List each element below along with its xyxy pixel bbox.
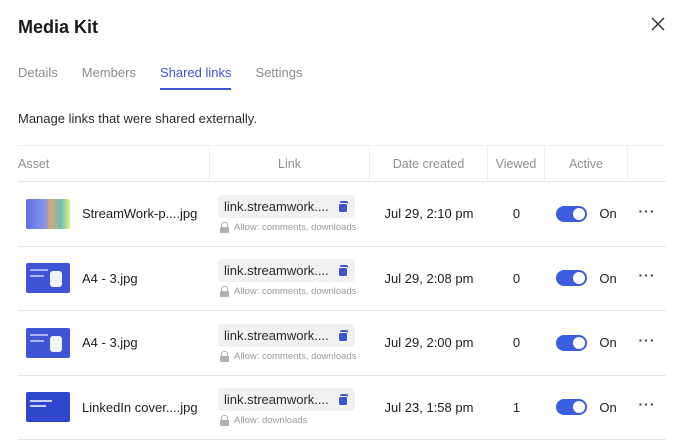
link-url[interactable]: link.streamwork.... — [224, 199, 334, 214]
active-toggle[interactable] — [556, 205, 588, 222]
views-cell: 0 — [488, 182, 545, 246]
header-actions — [628, 146, 666, 181]
actions-cell: ··· — [628, 182, 666, 246]
asset-name[interactable]: StreamWork-p....jpg — [82, 206, 197, 221]
more-horizontal-icon[interactable]: ··· — [639, 333, 656, 351]
active-cell: On — [545, 247, 628, 311]
active-cell: On — [545, 311, 628, 375]
header-date-created: Date created — [370, 146, 488, 181]
table-row: A4 - 3.jpg link.streamwork.... Allow: co… — [18, 311, 666, 376]
lock-icon — [220, 350, 229, 362]
asset-cell: A4 - 3.jpg — [18, 311, 210, 375]
header-link: Link — [210, 146, 370, 181]
link-url[interactable]: link.streamwork.... — [224, 392, 334, 407]
actions-cell: ··· — [628, 311, 666, 375]
header-asset: Asset — [18, 146, 210, 181]
copy-icon[interactable] — [338, 329, 349, 342]
date-cell: Jul 29, 2:10 pm — [370, 182, 488, 246]
link-url[interactable]: link.streamwork.... — [224, 263, 334, 278]
view-count: 0 — [512, 206, 521, 222]
link-pill[interactable]: link.streamwork.... — [218, 259, 355, 283]
tab-shared-links[interactable]: Shared links — [159, 64, 232, 90]
tab-members[interactable]: Members — [82, 64, 136, 90]
active-label: On — [599, 206, 617, 222]
tab-bar: Details Members Shared links Settings — [18, 64, 326, 90]
view-count: 1 — [512, 399, 521, 415]
header-active: Active — [545, 146, 628, 181]
more-horizontal-icon[interactable]: ··· — [639, 397, 656, 415]
header-viewed: Viewed — [488, 146, 545, 181]
view-count: 0 — [512, 335, 521, 351]
copy-icon[interactable] — [338, 265, 349, 278]
link-pill[interactable]: link.streamwork.... — [218, 323, 355, 347]
link-pill[interactable]: link.streamwork.... — [218, 388, 355, 412]
permissions-text: Allow: downloads — [234, 415, 308, 427]
shared-links-table: Asset Link Date created Viewed Active St… — [18, 145, 666, 440]
asset-name[interactable]: A4 - 3.jpg — [82, 271, 138, 286]
link-permissions: Allow: downloads — [218, 415, 355, 427]
permissions-text: Allow: comments, downloads — [234, 350, 357, 362]
active-toggle[interactable] — [556, 334, 588, 351]
more-horizontal-icon[interactable]: ··· — [639, 204, 656, 222]
lock-icon — [220, 221, 229, 233]
dialog-title: Media Kit — [18, 17, 99, 37]
active-label: On — [599, 335, 617, 351]
link-permissions: Allow: comments, downloads — [218, 350, 357, 362]
date-created: Jul 29, 2:00 pm — [384, 335, 474, 351]
link-cell: link.streamwork.... Allow: comments, dow… — [210, 311, 370, 375]
active-label: On — [599, 270, 617, 286]
views-cell: 0 — [488, 311, 545, 375]
tab-settings[interactable]: Settings — [255, 64, 302, 90]
active-label: On — [599, 399, 617, 415]
tab-details[interactable]: Details — [18, 64, 58, 90]
asset-thumbnail[interactable] — [26, 327, 70, 358]
close-icon[interactable] — [650, 16, 666, 32]
asset-thumbnail[interactable] — [26, 198, 70, 229]
page-description: Manage links that were shared externally… — [18, 111, 257, 126]
link-permissions: Allow: comments, downloads — [218, 221, 357, 233]
actions-cell: ··· — [628, 247, 666, 311]
link-cell: link.streamwork.... Allow: comments, dow… — [210, 182, 370, 246]
date-created: Jul 29, 2:08 pm — [384, 270, 474, 286]
dialog-header: Media Kit — [18, 16, 670, 40]
date-created: Jul 23, 1:58 pm — [384, 399, 474, 415]
table-row: StreamWork-p....jpg link.streamwork.... … — [18, 182, 666, 247]
table-header: Asset Link Date created Viewed Active — [18, 145, 666, 182]
lock-icon — [220, 286, 229, 298]
active-toggle[interactable] — [556, 270, 588, 287]
asset-name[interactable]: A4 - 3.jpg — [82, 335, 138, 350]
link-pill[interactable]: link.streamwork.... — [218, 194, 355, 218]
asset-name[interactable]: LinkedIn cover....jpg — [82, 400, 198, 415]
date-cell: Jul 23, 1:58 pm — [370, 376, 488, 440]
active-toggle[interactable] — [556, 399, 588, 416]
actions-cell: ··· — [628, 376, 666, 440]
link-cell: link.streamwork.... Allow: comments, dow… — [210, 247, 370, 311]
link-permissions: Allow: comments, downloads — [218, 286, 357, 298]
active-cell: On — [545, 182, 628, 246]
copy-icon[interactable] — [338, 394, 349, 407]
asset-thumbnail[interactable] — [26, 392, 70, 423]
permissions-text: Allow: comments, downloads — [234, 286, 357, 298]
lock-icon — [220, 415, 229, 427]
date-cell: Jul 29, 2:08 pm — [370, 247, 488, 311]
permissions-text: Allow: comments, downloads — [234, 221, 357, 233]
views-cell: 1 — [488, 376, 545, 440]
table-row: LinkedIn cover....jpg link.streamwork...… — [18, 376, 666, 440]
asset-cell: StreamWork-p....jpg — [18, 182, 210, 246]
link-url[interactable]: link.streamwork.... — [224, 328, 334, 343]
table-row: A4 - 3.jpg link.streamwork.... Allow: co… — [18, 247, 666, 311]
asset-cell: A4 - 3.jpg — [18, 247, 210, 311]
copy-icon[interactable] — [338, 200, 349, 213]
asset-cell: LinkedIn cover....jpg — [18, 376, 210, 440]
view-count: 0 — [512, 270, 521, 286]
views-cell: 0 — [488, 247, 545, 311]
asset-thumbnail[interactable] — [26, 263, 70, 294]
more-horizontal-icon[interactable]: ··· — [639, 268, 656, 286]
date-cell: Jul 29, 2:00 pm — [370, 311, 488, 375]
date-created: Jul 29, 2:10 pm — [384, 206, 474, 222]
active-cell: On — [545, 376, 628, 440]
link-cell: link.streamwork.... Allow: downloads — [210, 376, 370, 440]
